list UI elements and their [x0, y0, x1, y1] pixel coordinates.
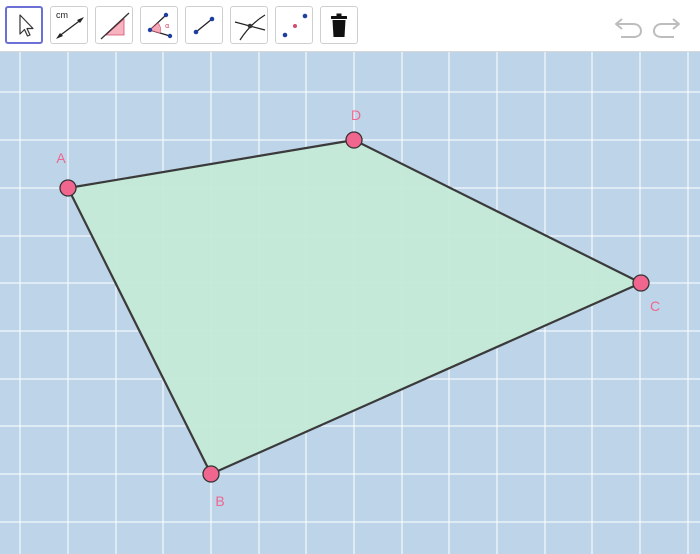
- distance-icon: [56, 17, 84, 39]
- slope-tool-button[interactable]: [95, 6, 133, 44]
- trash-icon: [331, 13, 347, 37]
- point-C[interactable]: [632, 274, 650, 292]
- delete-tool-button[interactable]: [320, 6, 358, 44]
- label-B: B: [215, 493, 224, 509]
- point-B[interactable]: [202, 465, 220, 483]
- toolbar: cm α: [0, 0, 700, 52]
- point-A[interactable]: [59, 179, 77, 197]
- point-D[interactable]: [345, 131, 363, 149]
- segment-tool-button[interactable]: [185, 6, 223, 44]
- undo-button[interactable]: [613, 12, 645, 40]
- distance-tool-button[interactable]: cm: [50, 6, 88, 44]
- graphics-view[interactable]: A D C B: [0, 52, 700, 554]
- slope-icon: [100, 12, 130, 40]
- segment-icon: [193, 16, 215, 35]
- point-icon: [282, 13, 308, 38]
- undo-icon: [615, 18, 643, 38]
- label-D: D: [351, 107, 361, 123]
- redo-button[interactable]: [650, 12, 682, 40]
- intersect-icon: [234, 14, 266, 41]
- intersect-tool-button[interactable]: [230, 6, 268, 44]
- move-tool-button[interactable]: [5, 6, 43, 44]
- move-arrow-icon: [19, 14, 34, 37]
- angle-icon: α: [147, 12, 173, 39]
- label-C: C: [650, 298, 660, 314]
- redo-icon: [652, 18, 680, 38]
- label-A: A: [56, 150, 66, 166]
- point-tool-button[interactable]: [275, 6, 313, 44]
- angle-alpha-glyph: α: [165, 22, 170, 30]
- angle-tool-button[interactable]: α: [140, 6, 178, 44]
- geometry-canvas[interactable]: A D C B: [0, 52, 700, 554]
